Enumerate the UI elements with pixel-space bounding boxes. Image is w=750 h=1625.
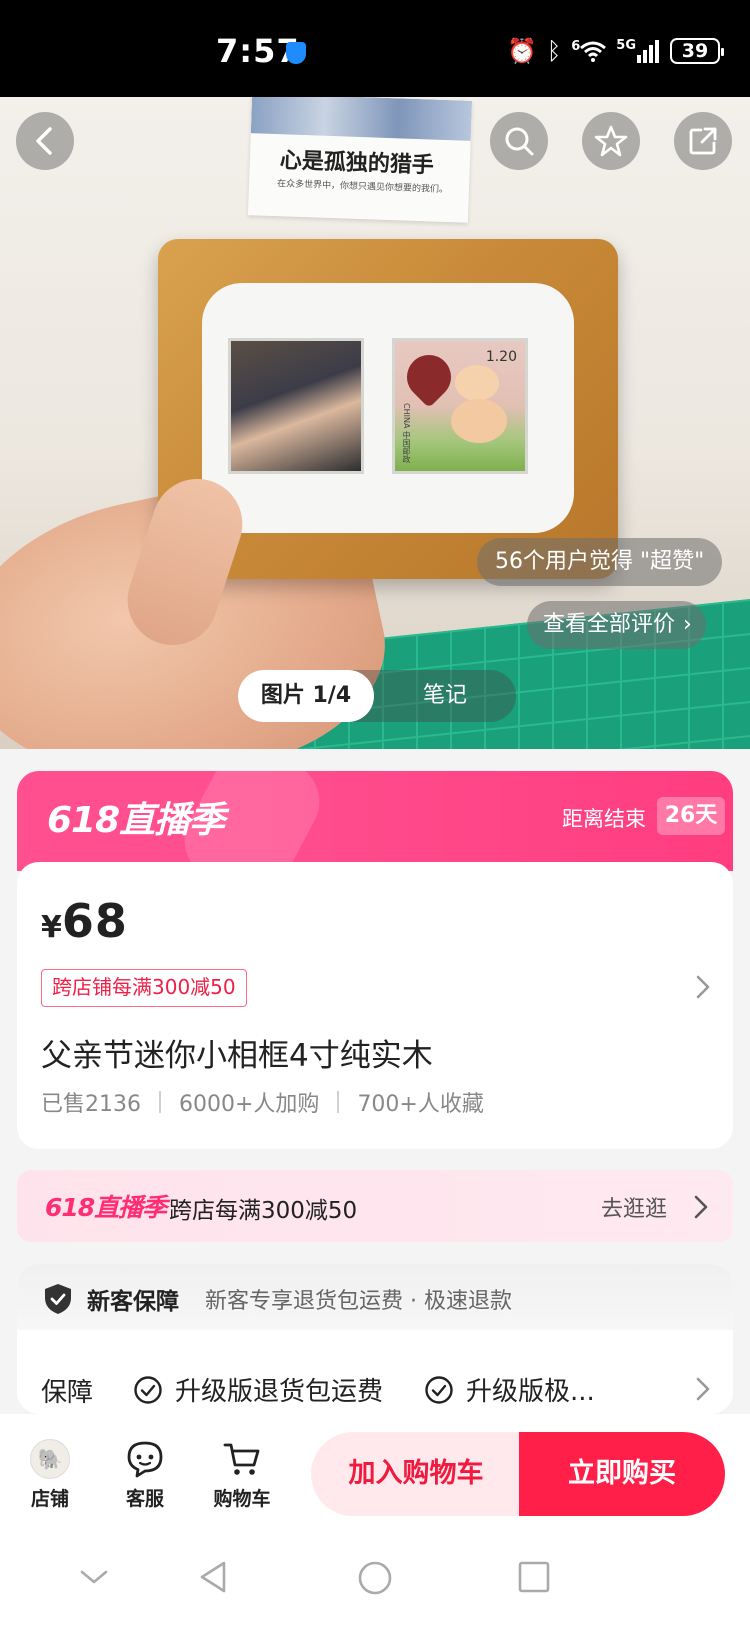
review-highlight[interactable]: 56个用户觉得 "超赞" <box>477 538 723 586</box>
wifi-generation: 6 <box>571 39 581 54</box>
price: ¥68 <box>41 894 128 948</box>
nav-recent-apps-icon[interactable] <box>516 1559 552 1595</box>
nav-back-icon[interactable] <box>196 1559 232 1595</box>
nav-home-icon[interactable] <box>356 1559 394 1597</box>
check-circle-icon <box>134 1375 162 1404</box>
promo-countdown: 26天 <box>657 797 725 835</box>
guarantee-label: 保障 <box>41 1378 94 1408</box>
bluetooth-icon: ᛒ <box>546 37 562 65</box>
guarantee-title: 新客保障 <box>87 1289 179 1315</box>
promo-strip[interactable]: 618直播季 跨店每满300减50 去逛逛 <box>17 1170 733 1242</box>
promo-ends-label: 距离结束 <box>562 807 646 831</box>
tab-notes[interactable]: 笔记 <box>374 670 516 722</box>
chevron-right-icon: › <box>683 612 692 637</box>
media-tab-toggle: 图片 1/4 笔记 <box>238 670 516 722</box>
coupon-tag[interactable]: 跨店铺每满300减50 <box>41 969 247 1007</box>
sold-count: 已售2136 <box>41 1092 141 1117</box>
favorite-button[interactable] <box>582 112 640 170</box>
cart-button[interactable]: 购物车 <box>197 1438 287 1518</box>
stamp-value: 1.20 <box>485 349 517 365</box>
product-title: 父亲节迷你小相框4寸纯实木 <box>41 1038 433 1074</box>
cart-add-count: 6000+人加购 <box>179 1092 320 1117</box>
guarantee-card[interactable]: 新客保障 新客专享退货包运费 · 极速退款 保障 升级版退货包运费 升级版极..… <box>17 1264 733 1414</box>
promo-strip-logo: 618直播季 <box>45 1193 167 1222</box>
guarantee-item: 升级版极... <box>424 1371 595 1408</box>
alarm-icon: ⏰ <box>506 37 537 65</box>
product-image-gallery[interactable]: 心是孤独的猎手 在众多世界中，你想只遇见你想要的我们。 1.20 CHINA 中… <box>0 97 750 749</box>
favorite-count: 700+人收藏 <box>357 1092 484 1117</box>
shopping-cart-icon <box>223 1443 260 1475</box>
view-all-reviews-button[interactable]: 查看全部评价 › <box>527 601 706 649</box>
chevron-right-icon <box>694 1195 708 1219</box>
view-all-reviews-label: 查看全部评价 <box>543 612 676 637</box>
stamp-photo: 1.20 CHINA 中国邮政 <box>392 338 528 474</box>
price-symbol: ¥ <box>41 910 62 945</box>
service-label: 客服 <box>125 1488 164 1510</box>
go-browse-link[interactable]: 去逛逛 <box>601 1191 667 1223</box>
add-to-cart-button[interactable]: 加入购物车 <box>311 1432 521 1516</box>
guarantee-item-label: 升级版极... <box>466 1377 595 1407</box>
status-icons: ⏰ ᛒ 6 5G 39 <box>506 37 724 65</box>
tab-pictures[interactable]: 图片 1/4 <box>238 670 374 722</box>
guarantee-item-label: 升级版退货包运费 <box>175 1377 384 1407</box>
store-label: 店铺 <box>30 1488 69 1510</box>
security-shield-icon <box>286 42 306 64</box>
chevron-down-icon[interactable] <box>76 1559 112 1595</box>
stamp-country: CHINA 中国邮政 <box>402 403 411 463</box>
check-circle-icon <box>425 1375 453 1404</box>
search-button[interactable] <box>490 112 548 170</box>
chevron-right-icon <box>696 1377 710 1401</box>
price-value: 68 <box>61 894 128 948</box>
chevron-left-icon <box>36 127 52 155</box>
status-bar: 7:57 ⏰ ᛒ 6 5G 39 <box>0 0 750 97</box>
product-detail-page: 7:57 ⏰ ᛒ 6 5G 39 心是孤独的猎手 在众多世界中，你想只遇见你想要… <box>0 0 750 1625</box>
shield-check-icon <box>45 1284 71 1314</box>
buy-now-button[interactable]: 立即购买 <box>519 1432 725 1516</box>
battery-level: 39 <box>681 40 709 62</box>
back-button[interactable] <box>16 112 74 170</box>
product-info-card: ¥68 跨店铺每满300减50 父亲节迷你小相框4寸纯实木 已售2136 600… <box>17 862 733 1149</box>
customer-service-button[interactable]: 客服 <box>100 1438 190 1518</box>
network-type: 5G <box>616 38 636 53</box>
share-icon <box>689 127 717 155</box>
cellular-signal-icon: 5G <box>616 39 660 63</box>
system-navigation-bar <box>0 1539 750 1625</box>
chat-bubble-icon <box>127 1441 163 1478</box>
poster-title: 心是孤独的猎手 <box>279 147 435 179</box>
promo-strip-text: 跨店每满300减50 <box>169 1198 358 1224</box>
store-button[interactable]: 🐘 店铺 <box>5 1438 95 1518</box>
star-icon <box>594 125 628 157</box>
search-icon <box>505 127 534 156</box>
wifi-icon: 6 <box>571 39 607 62</box>
family-photo <box>228 338 364 474</box>
background-poster: 心是孤独的猎手 在众多世界中，你想只遇见你想要的我们。 <box>247 97 473 223</box>
promo-logo: 618直播季 <box>47 800 225 841</box>
battery-icon: 39 <box>670 38 724 64</box>
guarantee-item: 升级版退货包运费 <box>133 1371 383 1408</box>
guarantee-desc: 新客专享退货包运费 · 极速退款 <box>205 1289 512 1314</box>
cart-label: 购物车 <box>213 1488 271 1510</box>
product-stats: 已售2136 6000+人加购 700+人收藏 <box>41 1086 484 1118</box>
promo-banner: 618直播季 距离结束 26天 <box>17 771 733 871</box>
share-button[interactable] <box>674 112 732 170</box>
new-customer-guarantee: 新客保障 新客专享退货包运费 · 极速退款 <box>17 1264 733 1330</box>
store-avatar: 🐘 <box>30 1439 70 1479</box>
bottom-action-bar: 🐘 店铺 客服 购物车 加入购物车 立即购买 <box>0 1414 750 1539</box>
chevron-right-icon[interactable] <box>695 974 711 1000</box>
